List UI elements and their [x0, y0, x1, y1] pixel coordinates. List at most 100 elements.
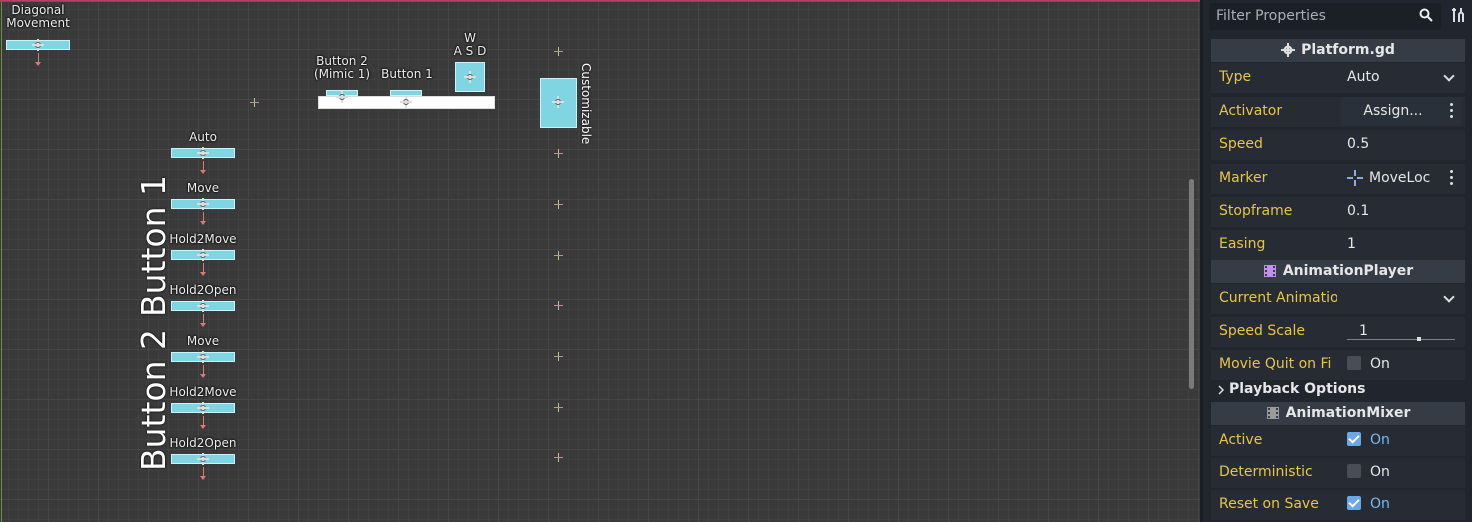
inspector-panel: Filter Properties Platform.gd Type Auto … — [1200, 0, 1472, 522]
label-button2-mimic: Button 2 (Mimic 1) — [313, 54, 371, 81]
platform-label: Move — [186, 334, 220, 348]
pivot-icon — [197, 351, 209, 363]
down-arrow-icon — [200, 263, 206, 276]
prop-reset-on-save-checkbox[interactable]: On — [1341, 490, 1461, 518]
section-animation-player-label: AnimationPlayer — [1282, 263, 1414, 279]
chevron-right-icon[interactable] — [1217, 385, 1225, 395]
platform-label: Move — [186, 181, 220, 195]
marker-icon — [554, 47, 563, 56]
prop-stopframe-value: 0.1 — [1347, 203, 1370, 219]
animation-player-icon — [1263, 265, 1276, 277]
prop-stopframe-field[interactable]: 0.1 — [1341, 197, 1461, 225]
tools-icon[interactable] — [1450, 7, 1466, 23]
platform-label: Hold2Open — [169, 283, 237, 297]
prop-deterministic-checkbox[interactable]: On — [1341, 458, 1461, 486]
checkbox-checked-icon[interactable] — [1347, 496, 1361, 510]
prop-current-animation-dropdown[interactable] — [1341, 284, 1461, 312]
marker-icon — [554, 403, 563, 412]
label-wasd: W A S D — [453, 31, 487, 58]
slider-grabber[interactable] — [1417, 337, 1421, 341]
more-options-icon[interactable] — [1450, 170, 1453, 185]
more-options-icon[interactable] — [1450, 103, 1453, 118]
prop-type-label: Type — [1219, 69, 1252, 85]
down-arrow-icon — [35, 53, 41, 66]
down-arrow-icon — [200, 314, 206, 327]
label-button1: Button 1 — [381, 67, 433, 81]
slider-track[interactable] — [1347, 337, 1455, 341]
prop-easing-field[interactable]: 1 — [1341, 230, 1461, 258]
marker-icon — [554, 251, 563, 260]
prop-speed-scale-value: 1 — [1359, 323, 1368, 339]
section-animation-mixer-label: AnimationMixer — [1285, 405, 1411, 421]
pivot-icon — [197, 198, 209, 210]
pivot-icon — [464, 71, 476, 83]
platform-label: Hold2Open — [169, 436, 237, 450]
viewport-scrollbar[interactable] — [1189, 179, 1194, 389]
chevron-down-icon — [1443, 291, 1455, 303]
prop-type-dropdown[interactable]: Auto — [1341, 63, 1461, 91]
pivot-icon — [400, 96, 412, 108]
platform-label: Hold2Move — [169, 232, 237, 246]
pivot-icon — [336, 91, 348, 103]
checkbox-unchecked-icon[interactable] — [1347, 464, 1361, 478]
platform-label: Auto — [189, 130, 217, 144]
pivot-icon — [197, 249, 209, 261]
section-animation-player: AnimationPlayer — [1211, 260, 1465, 283]
checkbox-unchecked-icon[interactable] — [1347, 356, 1361, 370]
section-animation-mixer: AnimationMixer — [1211, 402, 1465, 425]
prop-active-checkbox[interactable]: On — [1341, 426, 1461, 454]
marker-icon — [554, 149, 563, 158]
prop-active-label: Active — [1219, 432, 1263, 448]
prop-type-value: Auto — [1347, 69, 1380, 85]
prop-reset-on-save-label: Reset on Save — [1219, 496, 1319, 512]
prop-speed-field[interactable]: 0.5 — [1341, 130, 1461, 158]
prop-activator-label: Activator — [1219, 103, 1283, 119]
prop-movie-quit-checkbox[interactable]: On — [1341, 350, 1461, 378]
marker-node-icon — [1347, 170, 1363, 186]
prop-speed-scale-label: Speed Scale — [1219, 323, 1306, 339]
playback-options-group[interactable]: Playback Options — [1229, 381, 1366, 397]
pivot-icon — [32, 39, 44, 51]
prop-movie-quit-value: On — [1370, 356, 1390, 372]
down-arrow-icon — [200, 467, 206, 480]
section-script-label: Platform.gd — [1301, 42, 1395, 58]
search-icon — [1419, 8, 1433, 22]
pivot-icon — [552, 96, 564, 108]
prop-movie-quit-label: Movie Quit on Fi — [1219, 356, 1332, 372]
prop-speed-value: 0.5 — [1347, 136, 1370, 152]
marker-icon — [554, 453, 563, 462]
platform-label: Hold2Move — [169, 385, 237, 399]
label-diagonal-movement: Diagonal Movement — [6, 3, 70, 30]
down-arrow-icon — [200, 161, 206, 174]
pivot-icon — [197, 147, 209, 159]
prop-deterministic-label: Deterministic — [1219, 464, 1313, 480]
prop-speed-scale-slider[interactable]: 1 — [1341, 317, 1461, 345]
prop-activator-assign-button[interactable]: Assign... — [1341, 97, 1461, 125]
pivot-icon — [197, 402, 209, 414]
prop-stopframe-label: Stopframe — [1219, 203, 1293, 219]
pivot-icon — [197, 453, 209, 465]
down-arrow-icon — [200, 365, 206, 378]
prop-easing-label: Easing — [1219, 236, 1266, 252]
scene-viewport[interactable]: Diagonal Movement Button 2 (Mimic 1) But… — [0, 0, 1200, 522]
marker-icon — [250, 98, 259, 107]
prop-marker-value: MoveLoc — [1369, 170, 1431, 186]
label-customizable: Customizable — [579, 63, 593, 145]
filter-placeholder: Filter Properties — [1216, 8, 1326, 24]
marker-icon — [554, 200, 563, 209]
gear-icon — [1281, 43, 1296, 57]
down-arrow-icon — [200, 212, 206, 225]
prop-reset-on-save-value: On — [1370, 496, 1390, 512]
prop-activator-value: Assign... — [1363, 103, 1423, 119]
animation-mixer-icon — [1266, 407, 1279, 419]
pivot-icon — [197, 300, 209, 312]
marker-icon — [554, 301, 563, 310]
down-arrow-icon — [200, 416, 206, 429]
prop-active-value: On — [1370, 432, 1390, 448]
filter-properties-input[interactable]: Filter Properties — [1209, 3, 1441, 30]
checkbox-checked-icon[interactable] — [1347, 432, 1361, 446]
prop-easing-value: 1 — [1347, 236, 1356, 252]
section-script: Platform.gd — [1211, 39, 1465, 62]
prop-speed-label: Speed — [1219, 136, 1263, 152]
prop-marker-field[interactable]: MoveLoc — [1341, 164, 1461, 192]
